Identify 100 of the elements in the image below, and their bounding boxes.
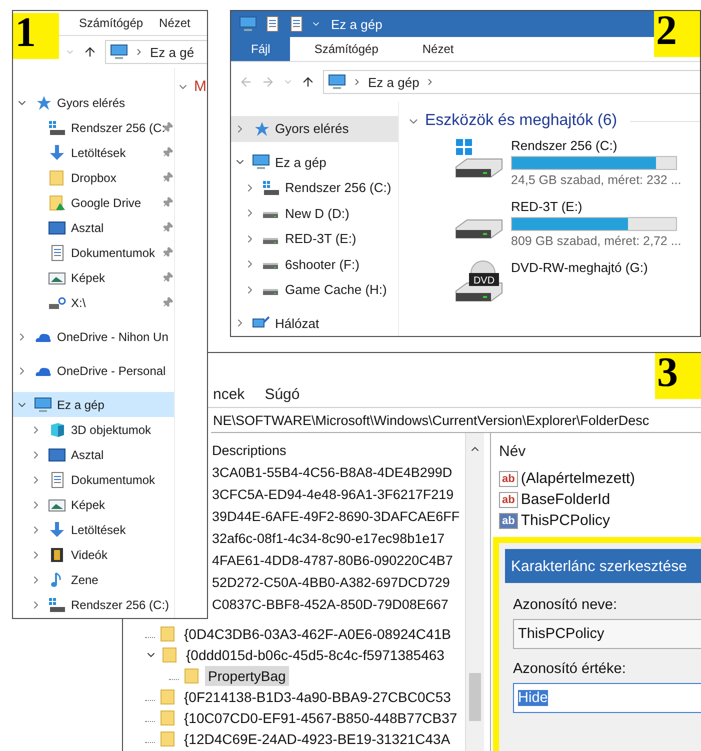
tree-item[interactable]: Dokumentumok	[13, 467, 174, 492]
tree-item[interactable]: {0D4C3DB6-03A3-462F-A0E6-08924C41B	[181, 624, 454, 644]
group-heading: Eszközök és meghajtók (6)	[425, 112, 618, 130]
tree-item[interactable]: 3CFC5A-ED94-4e48-96A1-3F6217F219	[209, 484, 457, 504]
cube-icon	[48, 422, 66, 438]
scrollbar[interactable]	[465, 433, 484, 751]
ribbon-tab[interactable]: Nézet	[153, 11, 196, 35]
breadcrumb[interactable]: Ez a gép	[368, 74, 420, 90]
ribbon-tab[interactable]: Fájl	[231, 37, 290, 61]
menu-item[interactable]: ncek	[213, 386, 245, 402]
tree-item[interactable]: Google Drive	[13, 190, 174, 215]
address-bar[interactable]: NE\SOFTWARE\Microsoft\Windows\CurrentVersion\Explorer\FolderDesc	[211, 408, 701, 433]
folder-icon	[48, 194, 66, 210]
address-bar[interactable]: Ez a gép	[323, 70, 700, 94]
computer-icon	[34, 396, 52, 412]
download-arrow-icon	[48, 144, 66, 160]
tree-item[interactable]: {0ddd015d-b06c-45d5-8c4c-f5971385463	[183, 644, 448, 664]
tree-item[interactable]: 52D272-C50A-4BB0-A382-697DCD729	[209, 572, 453, 592]
picture-icon	[48, 270, 66, 286]
input-field[interactable]: Hide	[513, 683, 701, 713]
film-icon	[48, 546, 66, 562]
input-field[interactable]: ThisPCPolicy	[513, 619, 701, 649]
tree-item[interactable]: Letöltések	[13, 140, 174, 165]
field-label: Azonosító értéke:	[513, 661, 627, 677]
drive-icon	[48, 120, 66, 136]
tree-item[interactable]: Képek	[13, 265, 174, 290]
tree-item[interactable]: X:\	[13, 290, 174, 315]
drive-space: 24,5 GB szabad, méret: 232 ...	[511, 173, 682, 187]
tree-item[interactable]: C0837C-BBF8-452A-850D-79D08E667	[209, 594, 452, 614]
tree-item[interactable]: Asztal	[13, 442, 174, 467]
drive-tile[interactable]: Rendszer 256 (C:) 24,5 GB szabad, méret: 232 ...	[455, 138, 700, 187]
tree-item[interactable]: Letöltések	[13, 517, 174, 542]
tree-item[interactable]: RED-3T (E:)	[231, 226, 398, 252]
tree-item[interactable]: {0F214138-B1D3-4a90-BBA9-27CBC0C53	[181, 686, 454, 706]
folder-icon	[48, 170, 66, 186]
tree-item[interactable]: Ez a gép	[231, 150, 398, 175]
step-number: 2	[654, 11, 700, 57]
up-arrow-icon[interactable]	[83, 45, 97, 59]
hard-drive-icon	[455, 138, 503, 178]
tree-item[interactable]: OneDrive - Personal	[13, 358, 174, 383]
tree-item[interactable]: {10C07CD0-EF91-4567-B850-448B77CB37	[181, 708, 460, 728]
breadcrumb[interactable]: Ez a gé	[150, 44, 194, 60]
dialog-title: Karakterlánc szerkesztése	[505, 549, 701, 583]
up-arrow-icon[interactable]	[301, 75, 315, 89]
computer-icon	[239, 16, 257, 32]
hard-drive-icon	[455, 219, 503, 239]
ribbon-tab[interactable]: Számítógép	[294, 37, 398, 61]
folder-icon	[159, 626, 177, 642]
value-name[interactable]: ThisPCPolicy	[520, 512, 610, 529]
tree-item[interactable]: {12D4C69E-24AD-4923-BE19-31321C43A	[181, 728, 454, 748]
tree-item[interactable]: 3CA0B1-55B4-4C56-B8A8-4DE4B299D	[209, 462, 456, 482]
tree-item[interactable]: Hálózat	[231, 310, 398, 336]
string-value-icon: ab	[499, 492, 518, 508]
tree-item[interactable]: Rendszer 256 (C:)	[231, 175, 398, 200]
desktop-icon	[48, 220, 66, 236]
tree-item[interactable]: Rendszer 256 (C:	[13, 115, 174, 140]
value-name[interactable]: (Alapértelmezett)	[520, 470, 636, 487]
scrollbar-thumb[interactable]	[469, 673, 481, 721]
tree-item[interactable]: 39D44E-6AFE-49F2-8690-3DAFCAE6FF	[209, 506, 463, 526]
tree-item[interactable]: Zene	[13, 567, 174, 592]
picture-icon	[48, 496, 66, 512]
folder-icon	[183, 668, 201, 684]
drive-tile[interactable]: RED-3T (E:) 809 GB szabad, méret: 2,72 ...	[455, 199, 700, 248]
tree-item[interactable]: Rendszer 256 (C:)	[13, 592, 174, 617]
column-header[interactable]: Név	[499, 443, 701, 460]
tree-item[interactable]: 3D objektumok	[13, 417, 174, 442]
ribbon-tab[interactable]: Számítógép	[73, 11, 150, 35]
download-arrow-icon	[48, 522, 66, 538]
tree-item[interactable]: Ez a gép	[13, 392, 174, 417]
string-value-icon: ab	[499, 512, 518, 528]
ribbon-tab[interactable]: Nézet	[402, 37, 474, 61]
folder-icon	[159, 730, 177, 746]
drive-name: RED-3T (E:)	[511, 199, 584, 214]
folder-icon	[159, 688, 177, 704]
computer-icon	[110, 44, 128, 60]
tree-item[interactable]: Gyors elérés	[231, 116, 398, 142]
tree-item[interactable]: 6shooter (F:)	[231, 252, 398, 277]
tree-item[interactable]: PropertyBag	[205, 666, 289, 686]
tree-item[interactable]: 32af6c-08f1-4c34-8c90-e17ec98b1e17	[209, 528, 448, 548]
step-number: 1	[13, 13, 59, 59]
tree-item[interactable]: Game Cache (H:)	[231, 277, 398, 302]
address-bar[interactable]: Ez a gé	[105, 40, 207, 64]
tree-item[interactable]: Descriptions	[209, 440, 290, 460]
tree-item[interactable]: Gyors elérés	[13, 90, 174, 115]
tree-item[interactable]: Dropbox	[13, 165, 174, 190]
tree-item[interactable]: Képek	[13, 492, 174, 517]
value-name[interactable]: BaseFolderId	[520, 491, 610, 508]
desktop-icon	[48, 446, 66, 462]
tree-item[interactable]: New D (D:)	[231, 200, 398, 226]
tree-item[interactable]: 4FAE61-4DD8-4787-80B6-090220C4B7	[209, 550, 456, 570]
tree-item[interactable]: Asztal	[13, 215, 174, 240]
step-number: 3	[655, 353, 701, 399]
menu-item[interactable]: Súgó	[264, 386, 300, 402]
drive-tile[interactable]: DVD DVD-RW-meghajtó (G:)	[455, 260, 700, 302]
tree-item[interactable]: Dokumentumok	[13, 240, 174, 265]
folder-icon	[161, 646, 179, 662]
drive-icon	[262, 180, 280, 196]
tree-item[interactable]: OneDrive - Nihon Un	[13, 324, 174, 349]
tree-item[interactable]: Videók	[13, 542, 174, 567]
drive-icon	[48, 294, 66, 310]
